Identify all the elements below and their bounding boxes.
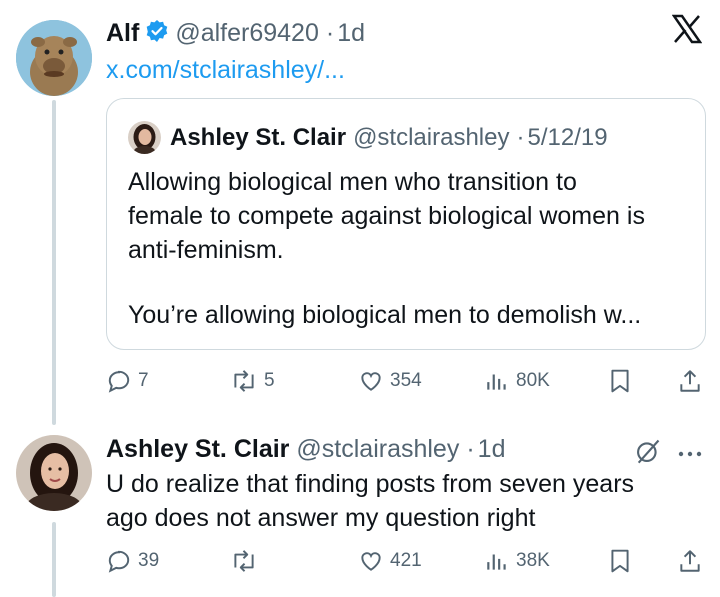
- heart-icon: [361, 372, 381, 391]
- thread-line: [52, 100, 56, 425]
- author-name[interactable]: Alf: [106, 19, 139, 48]
- x-logo-icon[interactable]: [671, 14, 703, 53]
- tweet-link[interactable]: x.com/stclairashley/...: [106, 56, 345, 85]
- reply-count: 7: [138, 370, 149, 391]
- tweet-text-line: ago does not answer my question right: [106, 504, 536, 532]
- reply-count: 39: [138, 550, 160, 571]
- quote-text-line: anti-feminism.: [128, 236, 284, 264]
- thread-line: [52, 522, 56, 597]
- tweet-header: Ashley St. Clair @stclairashley · 1d: [106, 432, 505, 466]
- more-icon[interactable]: [676, 446, 704, 464]
- quote-text-line: You’re allowing biological men to demoli…: [128, 301, 642, 329]
- alf-avatar-image: [16, 20, 92, 96]
- author-name[interactable]: Ashley St. Clair: [106, 435, 289, 464]
- separator-dot: ·: [516, 124, 525, 151]
- heart-icon: [361, 552, 381, 571]
- bookmark-icon: [611, 549, 629, 573]
- quote-date[interactable]: 5/12/19: [527, 124, 607, 152]
- like-count: 354: [390, 370, 422, 391]
- avatar[interactable]: [16, 435, 92, 511]
- timestamp[interactable]: 1d: [478, 435, 506, 464]
- repost-icon: [234, 550, 254, 572]
- repost-button[interactable]: 5: [230, 368, 275, 394]
- share-button[interactable]: [678, 368, 702, 394]
- quote-text-line: female to compete against biological wom…: [128, 202, 645, 230]
- avatar[interactable]: [16, 20, 92, 96]
- reply-button[interactable]: 7: [106, 368, 149, 394]
- views-button[interactable]: 80K: [484, 368, 550, 394]
- quote-header: Ashley St. Clair @stclairashley · 5/12/1…: [170, 122, 608, 154]
- like-button[interactable]: 354: [358, 368, 422, 394]
- quote-avatar[interactable]: [128, 121, 161, 154]
- grok-icon[interactable]: [634, 437, 662, 470]
- author-handle[interactable]: @stclairashley: [296, 435, 459, 464]
- quote-text-line: Allowing biological men who transition t…: [128, 168, 577, 196]
- analytics-icon: [487, 374, 506, 390]
- repost-button[interactable]: [230, 548, 264, 574]
- views-button[interactable]: 38K: [484, 548, 550, 574]
- reply-button[interactable]: 39: [106, 548, 159, 574]
- verified-badge-icon: [146, 19, 168, 47]
- bookmark-button[interactable]: [608, 548, 632, 574]
- views-count: 38K: [516, 550, 550, 571]
- quote-author-name[interactable]: Ashley St. Clair: [170, 124, 346, 152]
- views-count: 80K: [516, 370, 550, 391]
- reply-icon: [108, 550, 130, 573]
- quote-avatar-image: [128, 121, 161, 154]
- share-icon: [680, 370, 700, 392]
- analytics-icon: [487, 554, 506, 570]
- separator-dot: ·: [325, 18, 335, 47]
- tweet-header: Alf @alfer69420 · 1d: [106, 16, 365, 50]
- tweet-text-line: U do realize that finding posts from sev…: [106, 470, 635, 498]
- repost-icon: [234, 370, 254, 392]
- author-handle[interactable]: @alfer69420: [175, 19, 319, 48]
- reply-icon: [108, 370, 130, 393]
- separator-dot: ·: [466, 434, 475, 463]
- bookmark-icon: [611, 369, 629, 393]
- timestamp[interactable]: 1d: [337, 19, 365, 48]
- like-count: 421: [390, 550, 422, 571]
- like-button[interactable]: 421: [358, 548, 422, 574]
- ashley-avatar-image: [16, 435, 92, 511]
- share-button[interactable]: [678, 548, 702, 574]
- repost-count: 5: [264, 370, 275, 391]
- bookmark-button[interactable]: [608, 368, 632, 394]
- share-icon: [680, 550, 700, 572]
- quote-author-handle[interactable]: @stclairashley: [353, 124, 509, 152]
